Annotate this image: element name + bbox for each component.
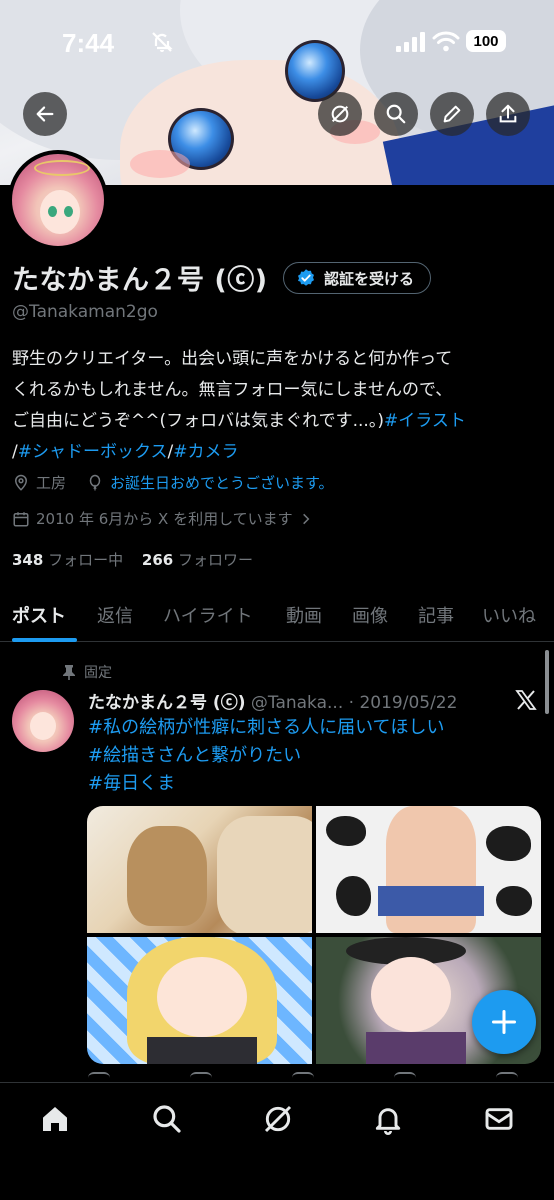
joined-date: 2010 年 6月から X を利用しています — [36, 510, 293, 528]
tab-replies[interactable]: 返信 — [97, 602, 133, 628]
profile-location: 工房 — [36, 474, 67, 492]
get-verified-button[interactable]: 認証を受ける — [283, 262, 432, 294]
grok-button[interactable] — [318, 92, 362, 136]
tweet-image[interactable] — [316, 806, 541, 933]
tweet-header: たなかまん２号 (ⓒ) @Tanaka... · 2019/05/22 — [88, 688, 457, 713]
followers-label: フォロワー — [177, 551, 253, 569]
search-button[interactable] — [374, 92, 418, 136]
tweet-text: #私の絵柄が性癖に刺さる人に届いてほしい #絵描きさんと繋がりたい #毎日くま — [88, 714, 445, 798]
profile-bio: 野生のクリエイター。出会い頭に声をかけると何か作って くれるかもしれません。無言… — [12, 344, 544, 468]
tab-likes[interactable]: いいね — [482, 602, 536, 628]
bottom-navigation — [0, 1082, 554, 1200]
bell-icon[interactable] — [372, 1103, 404, 1135]
profile-display-name: たなかまん２号 (ⓒ) — [12, 265, 268, 296]
scrollbar[interactable] — [545, 650, 549, 714]
tab-articles[interactable]: 記事 — [418, 602, 454, 628]
birthday-text[interactable]: お誕生日おめでとうございます。 — [110, 472, 334, 493]
bell-off-icon — [152, 32, 173, 52]
search-icon[interactable] — [151, 1103, 183, 1135]
tweet-image[interactable] — [87, 806, 312, 933]
pencil-icon — [443, 105, 461, 123]
cellular-signal-icon — [396, 32, 425, 52]
hashtag-link[interactable]: #シャドーボックス — [18, 442, 168, 462]
tab-videos[interactable]: 動画 — [286, 602, 322, 628]
pin-icon — [63, 665, 75, 680]
bio-line: /#シャドーボックス/#カメラ — [12, 442, 239, 462]
bio-line: ご自由にどうぞ^^(フォロバは気まぐれです...。)#イラスト — [12, 406, 544, 437]
share-icon — [499, 104, 517, 123]
verified-badge-icon — [298, 269, 314, 286]
balloon-icon — [89, 474, 101, 490]
tweet-hashtag[interactable]: #私の絵柄が性癖に刺さる人に届いてほしい — [88, 714, 445, 742]
x-logo-icon[interactable] — [514, 688, 538, 712]
tab-highlights[interactable]: ハイライト — [163, 602, 253, 628]
chevron-right-icon — [302, 513, 310, 524]
mail-icon[interactable] — [483, 1103, 515, 1135]
status-bar: 7:44 100 — [0, 0, 554, 80]
plus-icon — [491, 1009, 517, 1035]
grok-icon[interactable] — [262, 1103, 294, 1135]
tab-posts[interactable]: ポスト — [12, 602, 66, 628]
bio-line-text: ご自由にどうぞ^^(フォロバは気まぐれです...。) — [12, 411, 384, 431]
tweet-author-handle[interactable]: @Tanaka... — [251, 693, 343, 713]
back-button[interactable] — [23, 92, 67, 136]
arrow-left-icon — [36, 106, 54, 122]
follow-counts: 348 フォロー中 266 フォロワー — [12, 549, 253, 570]
search-icon — [386, 104, 406, 124]
edit-button[interactable] — [430, 92, 474, 136]
tweet-date[interactable]: 2019/05/22 — [359, 693, 457, 713]
calendar-icon — [13, 511, 29, 526]
pinned-label: 固定 — [84, 665, 112, 681]
following-label: フォロー中 — [48, 551, 124, 569]
wifi-icon — [432, 31, 460, 52]
tweet-hashtag[interactable]: #絵描きさんと繋がりたい — [88, 742, 445, 770]
status-time: 7:44 — [62, 28, 115, 58]
tweet-author-avatar[interactable] — [12, 690, 74, 752]
location-pin-icon — [14, 474, 28, 491]
tab-media[interactable]: 画像 — [352, 602, 388, 628]
active-tab-indicator — [12, 638, 77, 642]
compose-button[interactable] — [472, 990, 536, 1054]
get-verified-label: 認証を受ける — [324, 269, 415, 288]
share-button[interactable] — [486, 92, 530, 136]
joined-date-row[interactable]: 2010 年 6月から X を利用しています — [12, 508, 313, 529]
profile-avatar[interactable] — [8, 150, 108, 250]
following-count: 348 — [12, 551, 44, 569]
pinned-indicator: 固定 — [62, 662, 112, 682]
tweet-separator: · — [348, 693, 355, 713]
profile-handle: @Tanakaman2go — [12, 302, 158, 322]
profile-meta: 工房 お誕生日おめでとうございます。 — [12, 472, 334, 493]
following-link[interactable]: 348 フォロー中 — [12, 551, 123, 569]
hashtag-link[interactable]: #カメラ — [173, 442, 238, 462]
profile-tabs: ポスト 返信 ハイライト 動画 画像 記事 いいね — [0, 592, 554, 642]
grok-icon — [331, 105, 349, 123]
bio-line: 野生のクリエイター。出会い頭に声をかけると何か作って — [12, 349, 453, 369]
followers-link[interactable]: 266 フォロワー — [142, 551, 253, 569]
tweet-author-name[interactable]: たなかまん２号 (ⓒ) — [88, 693, 245, 713]
tweet-hashtag[interactable]: #毎日くま — [88, 770, 445, 798]
hashtag-link[interactable]: #イラスト — [384, 411, 466, 431]
followers-count: 266 — [141, 551, 174, 569]
tweet-image[interactable] — [87, 937, 312, 1064]
battery-indicator: 100 — [466, 30, 506, 52]
bio-line: くれるかもしれません。無言フォロー気にしませんので、 — [12, 380, 453, 400]
home-icon[interactable] — [39, 1103, 71, 1135]
